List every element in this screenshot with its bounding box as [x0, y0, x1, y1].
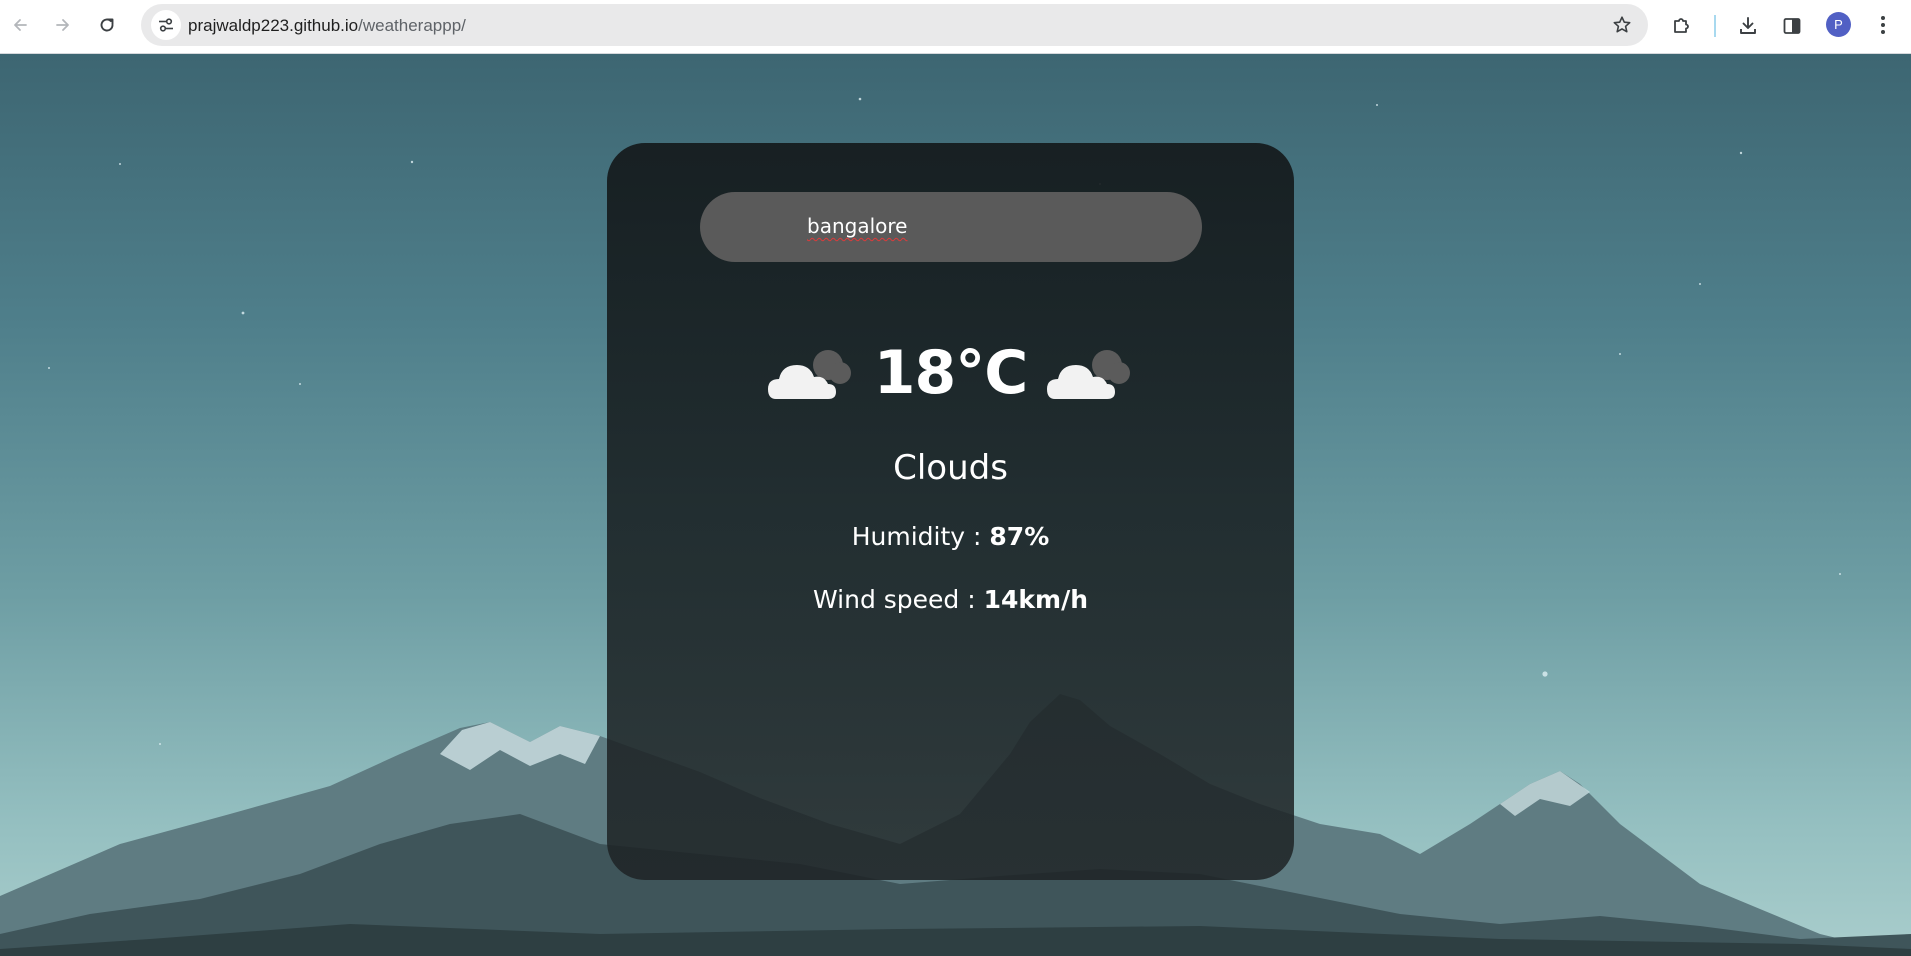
forward-button[interactable] [48, 10, 78, 40]
star-icon [1613, 16, 1631, 33]
profile-avatar[interactable]: P [1826, 12, 1851, 37]
site-info-button[interactable] [151, 10, 181, 40]
temperature-value: 18°C [873, 338, 1029, 408]
puzzle-icon [1674, 18, 1689, 33]
downloads-button[interactable] [1733, 11, 1763, 41]
download-icon [1740, 17, 1756, 34]
weather-card: bangalore 18°C Clouds Humidity : 87% Win… [607, 143, 1294, 880]
page-viewport: bangalore 18°C Clouds Humidity : 87% Win… [0, 54, 1911, 956]
back-button[interactable] [5, 10, 35, 40]
extensions-button[interactable] [1667, 11, 1697, 41]
cloud-icon [1047, 350, 1131, 399]
url-host: prajwaldp223.github.io [188, 16, 359, 35]
more-vertical-icon [1881, 16, 1885, 34]
wind-speed-value: 14km/h [983, 585, 1089, 614]
cloud-icon [767, 350, 851, 399]
url-text[interactable]: prajwaldp223.github.io/weatherappp/ [188, 16, 466, 36]
reload-icon [100, 18, 114, 32]
humidity-row: Humidity : 87% [607, 522, 1294, 551]
city-search-value: bangalore [807, 214, 908, 238]
url-path: /weatherappp/ [358, 16, 466, 35]
side-panel-icon [1783, 18, 1801, 34]
city-search-input[interactable]: bangalore [700, 192, 1202, 262]
humidity-label: Humidity : [851, 522, 990, 551]
temperature-row: 18°C [607, 333, 1294, 413]
arrow-right-icon [56, 19, 69, 31]
wind-speed-row: Wind speed : 14km/h [607, 585, 1294, 614]
arrow-left-icon [14, 19, 27, 31]
toolbar-divider [1714, 15, 1716, 37]
browser-toolbar: prajwaldp223.github.io/weatherappp/ P [0, 0, 1911, 54]
wind-speed-label: Wind speed : [812, 585, 984, 614]
browser-menu-button[interactable] [1870, 12, 1896, 38]
bookmark-button[interactable] [1610, 13, 1634, 37]
humidity-value: 87% [989, 522, 1050, 551]
address-bar[interactable]: prajwaldp223.github.io/weatherappp/ [141, 4, 1648, 46]
tune-icon [159, 18, 173, 32]
weather-condition: Clouds [893, 448, 1008, 488]
reload-button[interactable] [92, 10, 122, 40]
side-panel-button[interactable] [1777, 11, 1807, 41]
